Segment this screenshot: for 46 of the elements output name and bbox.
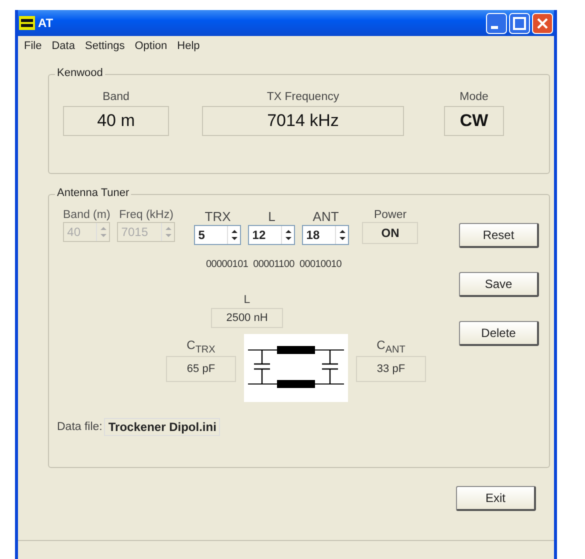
spin-arrows-icon[interactable] <box>284 228 293 242</box>
field-label: Band <box>102 91 130 103</box>
menu-item[interactable]: Data <box>52 40 75 52</box>
bit-pattern: 00010010 <box>299 259 342 270</box>
spin-field[interactable]: 12 <box>248 225 296 245</box>
field-label: TX Frequency <box>266 91 340 103</box>
field-label: C$_{TRX}$ <box>186 338 216 356</box>
capacitance-field: 33 pF <box>356 356 426 382</box>
group-title: Kenwood <box>55 67 105 79</box>
power-indicator: ON <box>362 222 418 244</box>
display-field: CW <box>444 106 504 136</box>
field-label: Freq (kHz) <box>119 209 174 221</box>
bit-pattern: 00000101 <box>206 259 248 270</box>
menu-item[interactable]: Option <box>134 40 168 52</box>
maximize-icon[interactable] <box>509 12 530 34</box>
display-field: 40 m <box>63 106 169 136</box>
spin-arrows-icon[interactable] <box>230 228 239 242</box>
field-label: C$_{ANT}$ <box>376 338 406 356</box>
field-label: Power <box>374 209 407 221</box>
app-icon <box>19 16 35 30</box>
display-field: 7014 kHz <box>202 106 404 136</box>
field-label: Data file: <box>57 421 102 433</box>
window-title: AT <box>38 16 54 30</box>
action-button[interactable]: Reset <box>459 223 539 248</box>
menu-item[interactable]: Settings <box>84 40 125 52</box>
spin-field[interactable]: 18 <box>302 225 350 245</box>
field-label: L <box>244 294 250 306</box>
close-icon[interactable] <box>532 12 553 34</box>
spin-field[interactable]: 5 <box>194 225 242 245</box>
field-label: ANT <box>312 209 339 224</box>
exit-button[interactable]: Exit <box>456 486 536 511</box>
group-title: Antenna Tuner <box>55 187 132 199</box>
action-button[interactable]: Delete <box>459 321 539 346</box>
action-button[interactable]: Save <box>459 272 539 297</box>
inductance-field: 2500 nH <box>211 308 283 328</box>
capacitance-field: 65 pF <box>166 356 236 382</box>
field-label: Band (m) <box>63 209 110 221</box>
bit-pattern: 00001100 <box>253 259 294 270</box>
field-label: Mode <box>460 91 488 103</box>
spin-arrows-icon[interactable] <box>338 228 347 242</box>
field-label: TRX <box>204 209 231 224</box>
menu-item[interactable]: File <box>24 40 42 52</box>
field-label: L <box>268 209 276 224</box>
minimize-icon[interactable] <box>486 12 507 34</box>
data-file-field: Trockener Dipol.ini <box>104 418 220 436</box>
menu-item[interactable]: Help <box>177 40 200 52</box>
